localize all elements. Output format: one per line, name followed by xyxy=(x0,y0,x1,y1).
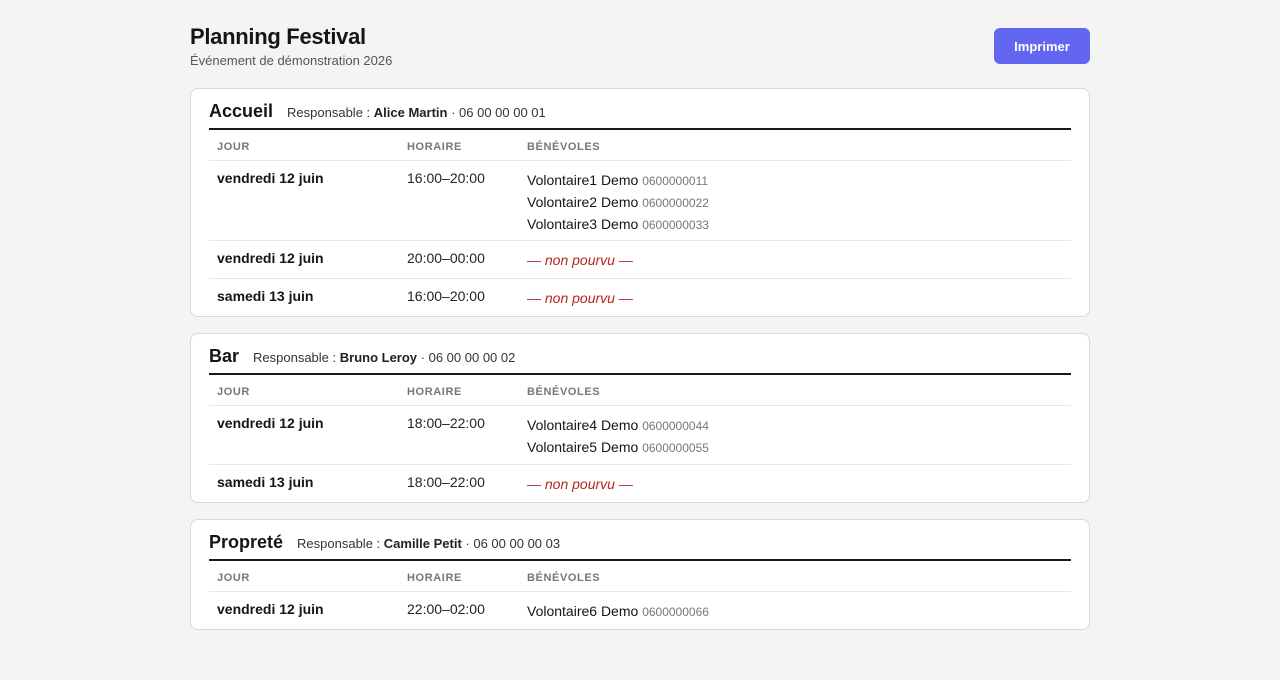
shift-table-body: vendredi 12 juin 16:00–20:00 Volontaire1 D… xyxy=(209,160,1071,316)
shift-day: vendredi 12 juin xyxy=(209,240,399,279)
volunteer-phone: 0600000022 xyxy=(642,195,709,210)
page-subtitle: Événement de démonstration 2026 xyxy=(190,53,393,68)
page-title: Planning Festival xyxy=(190,24,366,49)
shift-volunteers: — non pourvu — xyxy=(519,240,1071,279)
manager-label: Responsable : xyxy=(287,105,374,120)
manager-phone: 06 00 00 00 03 xyxy=(473,536,561,551)
volunteer-entry: Volontaire2 Demo 0600000022 xyxy=(527,192,1063,214)
manager-name: Alice Martin xyxy=(373,105,448,120)
volunteer-phone: 0600000055 xyxy=(642,440,709,455)
shift-day: samedi 13 juin xyxy=(217,287,314,304)
section-header: Propreté Responsable : Camille Petit · 06… xyxy=(209,532,1071,561)
shift-time: 16:00–20:00 xyxy=(407,287,485,304)
shift-time: 20:00–00:00 xyxy=(399,240,519,279)
shift-row: vendredi 12 juin 16:00–20:00 Volontaire1 D… xyxy=(209,160,1071,241)
section-card: Propreté Responsable : Camille Petit · 06… xyxy=(190,519,1090,630)
volunteer-phone: 0600000066 xyxy=(642,604,709,619)
section-manager-info: Responsable : Camille Petit · 06 00 00 0… xyxy=(297,536,560,551)
shift-table-body: vendredi 12 juin 22:00–02:00 Volontaire6 D… xyxy=(209,591,1071,629)
column-header-volunteers: BÉNÉVOLES xyxy=(519,375,1071,406)
manager-name: Bruno Leroy xyxy=(339,350,418,365)
shift-table-body: vendredi 12 juin 18:00–22:00 Volontaire4 D… xyxy=(209,405,1071,502)
column-header-time: HORAIRE xyxy=(399,375,519,406)
volunteer-entry: Volontaire1 Demo 0600000011 xyxy=(527,170,1063,192)
shift-row: vendredi 12 juin 22:00–02:00 Volontaire6 D… xyxy=(209,591,1071,629)
column-header-volunteers: BÉNÉVOLES xyxy=(519,561,1071,592)
shift-day: vendredi 12 juin xyxy=(217,600,324,617)
shift-volunteers: — non pourvu — xyxy=(519,278,1071,316)
shift-volunteers: Volontaire6 Demo 0600000066 xyxy=(519,591,1071,629)
shift-row: samedi 13 juin 18:00–22:00 — non pourvu — xyxy=(209,464,1071,502)
column-header-day: JOUR xyxy=(209,375,399,406)
volunteer-name: Volontaire5 Demo xyxy=(527,438,639,455)
column-header-time: HORAIRE xyxy=(399,130,519,161)
shift-table: JOUR HORAIRE BÉNÉVOLES vendredi 12 juin 16:0… xyxy=(209,130,1071,316)
shift-row: vendredi 12 juin 20:00–00:00 — non pourvu … xyxy=(209,240,1071,279)
manager-label: Responsable : xyxy=(253,350,340,365)
manager-phone: 06 00 00 00 01 xyxy=(459,105,546,120)
column-header-volunteers: BÉNÉVOLES xyxy=(519,130,1071,161)
shift-table-head: JOUR HORAIRE BÉNÉVOLES xyxy=(209,375,1071,406)
volunteer-phone: 0600000011 xyxy=(642,173,709,188)
volunteer-name: Volontaire6 Demo xyxy=(527,602,639,619)
shift-row: samedi 13 juin 16:00–20:00 — non pourvu — xyxy=(209,278,1071,316)
manager-label: Responsable : xyxy=(297,536,384,551)
section-manager-info: Responsable : Alice Martin · 06 00 00 00… xyxy=(287,105,546,120)
manager-name: Camille Petit xyxy=(383,536,462,551)
section-header: Bar Responsable : Bruno Leroy · 06 00 00 … xyxy=(209,346,1071,375)
volunteer-name: Volontaire1 Demo xyxy=(527,171,639,188)
section-header: Accueil Responsable : Alice Martin · 06 0… xyxy=(209,101,1071,130)
volunteer-entry: Volontaire4 Demo 0600000044 xyxy=(527,415,1063,437)
sections-list: Accueil Responsable : Alice Martin · 06 0… xyxy=(190,88,1090,630)
print-button[interactable]: Imprimer xyxy=(994,28,1090,64)
section-card: Accueil Responsable : Alice Martin · 06 0… xyxy=(190,88,1090,317)
volunteer-name: Volontaire4 Demo xyxy=(527,416,639,433)
separator: · xyxy=(461,536,474,551)
header-row: JOUR HORAIRE BÉNÉVOLES xyxy=(209,375,1071,406)
page-header: Planning Festival Événement de démonstra… xyxy=(190,0,1090,88)
volunteer-name: Volontaire2 Demo xyxy=(527,193,639,210)
section-card: Bar Responsable : Bruno Leroy · 06 00 00 … xyxy=(190,333,1090,503)
separator: · xyxy=(417,350,429,365)
manager-phone: 06 00 00 00 02 xyxy=(428,350,516,365)
shift-table-head: JOUR HORAIRE BÉNÉVOLES xyxy=(209,130,1071,161)
shift-table: JOUR HORAIRE BÉNÉVOLES vendredi 12 juin 22:0… xyxy=(209,561,1071,629)
shift-time: 22:00–02:00 xyxy=(407,600,485,617)
shift-volunteers: — non pourvu — xyxy=(519,464,1071,502)
planning-page: Planning Festival Événement de démonstra… xyxy=(190,0,1090,646)
shift-time: 18:00–22:00 xyxy=(399,405,519,465)
shift-time: 16:00–20:00 xyxy=(399,160,519,241)
header-row: JOUR HORAIRE BÉNÉVOLES xyxy=(209,130,1071,161)
shift-time: 18:00–22:00 xyxy=(407,473,485,490)
section-title: Bar xyxy=(209,346,240,366)
column-header-time: HORAIRE xyxy=(399,561,519,592)
shift-day: vendredi 12 juin xyxy=(209,160,399,241)
separator: · xyxy=(447,105,460,120)
section-manager-info: Responsable : Bruno Leroy · 06 00 00 00 … xyxy=(253,350,515,365)
column-header-day: JOUR xyxy=(209,130,399,161)
section-title: Accueil xyxy=(209,101,274,121)
shift-table-head: JOUR HORAIRE BÉNÉVOLES xyxy=(209,561,1071,592)
shift-table: JOUR HORAIRE BÉNÉVOLES vendredi 12 juin 18:0… xyxy=(209,375,1071,502)
volunteer-phone: 0600000044 xyxy=(642,418,709,433)
volunteer-phone: 0600000033 xyxy=(642,217,709,232)
header-row: JOUR HORAIRE BÉNÉVOLES xyxy=(209,561,1071,592)
volunteer-entry: Volontaire6 Demo 0600000066 xyxy=(527,601,1063,623)
shift-row: vendredi 12 juin 18:00–22:00 Volontaire4 D… xyxy=(209,405,1071,465)
unfilled-label: — non pourvu — xyxy=(527,251,633,268)
volunteer-name: Volontaire3 Demo xyxy=(527,215,639,232)
section-title: Propreté xyxy=(209,532,284,552)
unfilled-label: — non pourvu — xyxy=(527,289,633,306)
shift-day: samedi 13 juin xyxy=(217,473,314,490)
shift-day: vendredi 12 juin xyxy=(209,405,399,465)
shift-volunteers: Volontaire4 Demo 0600000044 Volontaire5 D… xyxy=(519,405,1071,465)
volunteer-entry: Volontaire3 Demo 0600000033 xyxy=(527,214,1063,236)
unfilled-label: — non pourvu — xyxy=(527,475,633,492)
column-header-day: JOUR xyxy=(209,561,399,592)
volunteer-entry: Volontaire5 Demo 0600000055 xyxy=(527,437,1063,459)
shift-volunteers: Volontaire1 Demo 0600000011 Volontaire2 D… xyxy=(519,160,1071,241)
